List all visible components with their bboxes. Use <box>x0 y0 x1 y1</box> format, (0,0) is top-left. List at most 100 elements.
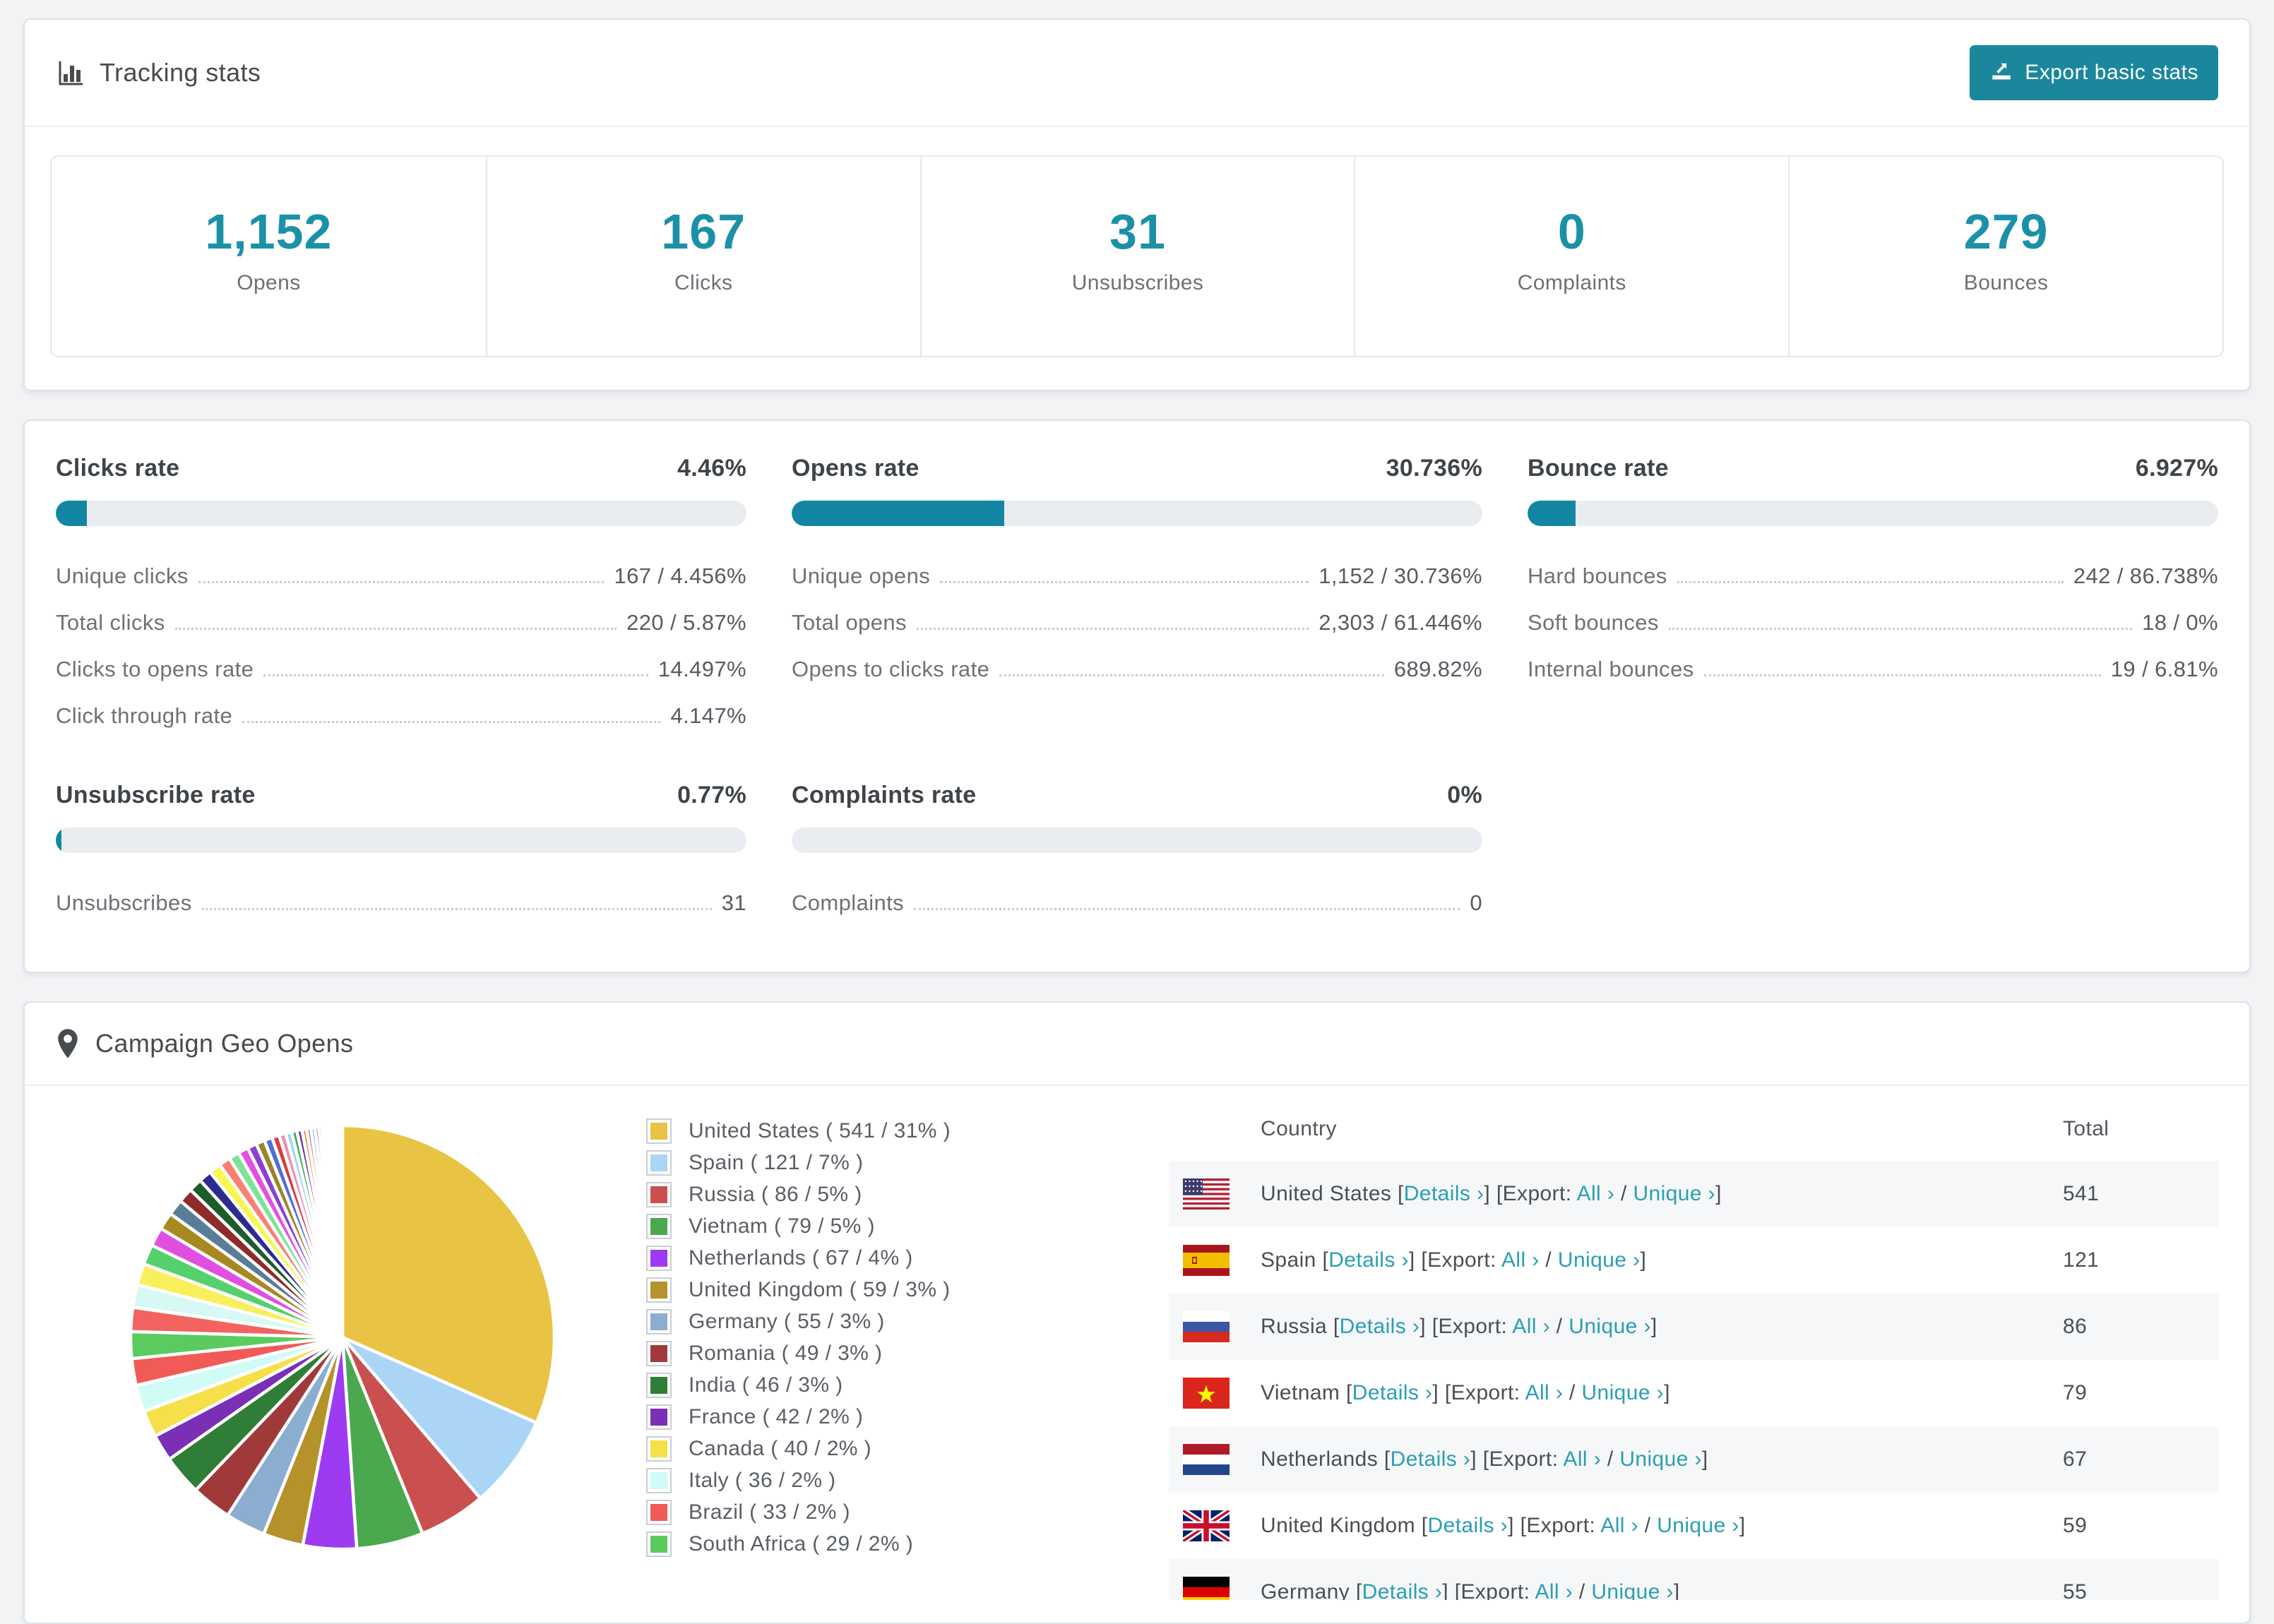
rate-stat-row: Soft bounces 18 / 0% <box>1528 599 2218 646</box>
tracking-stats-title: Tracking stats <box>56 58 261 88</box>
stat-value: 0 <box>1557 204 1586 259</box>
rate-head: Bounce rate 6.927% <box>1528 455 2218 482</box>
rate-stat-value: 19 / 6.81% <box>2110 657 2218 681</box>
tracking-page: Tracking stats Export basic stats 1,152 O… <box>0 0 2274 1624</box>
geo-table: Country Total United States [Details ›] … <box>1169 1097 2218 1600</box>
export-all-link[interactable]: All › <box>1535 1580 1573 1600</box>
rate-stat-label: Unique opens <box>792 563 931 588</box>
rate-stat-row: Total clicks 220 / 5.87% <box>56 599 746 646</box>
rate-stat-value: 1,152 / 30.736% <box>1318 563 1482 588</box>
rate-stat-row: Total opens 2,303 / 61.446% <box>792 599 1482 646</box>
export-unique-link[interactable]: Unique › <box>1633 1182 1715 1205</box>
dotted-leader <box>914 908 1460 910</box>
details-link[interactable]: Details › <box>1328 1248 1409 1272</box>
table-row: Russia [Details ›] [Export: All › / Uniq… <box>1169 1294 2218 1360</box>
country-column-header: Country <box>1261 1117 1337 1140</box>
flag-ru <box>1183 1311 1230 1342</box>
rate-value: 0.77% <box>677 782 746 808</box>
details-link[interactable]: Details › <box>1362 1580 1443 1600</box>
export-unique-link[interactable]: Unique › <box>1568 1315 1651 1338</box>
rate-value: 6.927% <box>2135 455 2218 482</box>
export-unique-link[interactable]: Unique › <box>1657 1514 1739 1537</box>
geo-content: United States ( 541 / 31% ) Spain ( 121 /… <box>25 1086 2249 1600</box>
legend-item: Italy ( 36 / 2% ) <box>646 1468 1141 1493</box>
legend-item: Spain ( 121 / 7% ) <box>646 1150 1141 1176</box>
rate-stat-value: 0 <box>1470 890 1482 915</box>
export-label: Export: <box>1427 1248 1496 1272</box>
page-title: Tracking stats <box>100 58 261 87</box>
export-label: Export: <box>1460 1580 1530 1600</box>
legend-label: Vietnam ( 79 / 5% ) <box>689 1214 875 1238</box>
export-all-link[interactable]: All › <box>1577 1182 1615 1205</box>
rate-title: Opens rate <box>792 455 919 482</box>
rate-stat-value: 2,303 / 61.446% <box>1318 610 1482 635</box>
export-all-link[interactable]: All › <box>1600 1514 1638 1537</box>
total-cell: 67 <box>2063 1447 2088 1471</box>
legend-label: United States ( 541 / 31% ) <box>689 1119 951 1142</box>
details-link[interactable]: Details › <box>1340 1315 1420 1338</box>
legend-item: United Kingdom ( 59 / 3% ) <box>646 1277 1141 1303</box>
details-link[interactable]: Details › <box>1352 1381 1433 1404</box>
details-link[interactable]: Details › <box>1404 1182 1484 1205</box>
rate-head: Opens rate 30.736% <box>792 455 1482 482</box>
table-row: Germany [Details ›] [Export: All › / Uni… <box>1169 1559 2218 1600</box>
geo-table-header: Country Total <box>1169 1097 2218 1161</box>
export-unique-link[interactable]: Unique › <box>1581 1381 1664 1404</box>
legend-item: Russia ( 86 / 5% ) <box>646 1182 1141 1207</box>
rate-stat-row: Unique opens 1,152 / 30.736% <box>792 553 1482 599</box>
country-cell: Vietnam [Details ›] [Export: All › / Uni… <box>1261 1381 1670 1404</box>
flag-es <box>1183 1245 1230 1276</box>
legend-swatch <box>646 1309 672 1335</box>
dotted-leader <box>1668 628 2133 630</box>
stat-cell: 167 Clicks <box>485 157 920 356</box>
details-link[interactable]: Details › <box>1428 1514 1508 1537</box>
export-all-link[interactable]: All › <box>1512 1315 1550 1338</box>
rate-title: Clicks rate <box>56 455 180 482</box>
legend-item: South Africa ( 29 / 2% ) <box>646 1532 1141 1557</box>
export-all-link[interactable]: All › <box>1563 1447 1601 1471</box>
table-row: Netherlands [Details ›] [Export: All › /… <box>1169 1426 2218 1493</box>
legend-label: Russia ( 86 / 5% ) <box>689 1183 862 1206</box>
total-cell: 55 <box>2063 1580 2088 1600</box>
export-basic-stats-button[interactable]: Export basic stats <box>1970 45 2218 100</box>
stat-label: Unsubscribes <box>1071 271 1204 294</box>
rate-stat-label: Soft bounces <box>1528 610 1659 635</box>
export-all-link[interactable]: All › <box>1525 1381 1564 1404</box>
stat-cell: 31 Unsubscribes <box>919 157 1355 356</box>
total-cell: 121 <box>2063 1248 2100 1272</box>
legend-label: Netherlands ( 67 / 4% ) <box>689 1246 913 1270</box>
rate-progress-bar <box>792 828 1482 853</box>
legend-swatch <box>646 1500 672 1525</box>
legend-label: Canada ( 40 / 2% ) <box>689 1437 872 1460</box>
stat-cell: 0 Complaints <box>1354 157 1788 356</box>
rate-progress-bar <box>56 828 746 853</box>
export-unique-link[interactable]: Unique › <box>1619 1447 1702 1471</box>
legend-label: France ( 42 / 2% ) <box>689 1405 864 1428</box>
country-name: Vietnam <box>1261 1381 1340 1404</box>
legend-swatch <box>646 1246 672 1271</box>
legend-item: India ( 46 / 3% ) <box>646 1373 1141 1398</box>
rate-head: Unsubscribe rate 0.77% <box>56 782 746 809</box>
export-button-label: Export basic stats <box>2025 61 2198 84</box>
geo-card-title: Campaign Geo Opens <box>56 1028 353 1059</box>
export-unique-link[interactable]: Unique › <box>1591 1580 1674 1600</box>
rate-stat-row: Unsubscribes 31 <box>56 880 746 926</box>
rate-stat-label: Internal bounces <box>1528 657 1694 681</box>
rate-stat-value: 18 / 0% <box>2142 610 2218 635</box>
dotted-leader <box>198 581 605 583</box>
export-label: Export: <box>1438 1315 1508 1338</box>
rate-progress-bar <box>1528 501 2218 526</box>
export-unique-link[interactable]: Unique › <box>1558 1248 1641 1272</box>
rate-value: 0% <box>1447 782 1482 808</box>
legend-swatch <box>646 1214 672 1239</box>
total-cell: 86 <box>2063 1315 2088 1338</box>
export-all-link[interactable]: All › <box>1501 1248 1540 1272</box>
legend-label: United Kingdom ( 59 / 3% ) <box>689 1278 951 1301</box>
legend-label: Italy ( 36 / 2% ) <box>689 1469 836 1492</box>
export-icon <box>1989 58 2013 88</box>
rate-progress-fill <box>56 501 87 526</box>
legend-swatch <box>646 1341 672 1366</box>
flag-gb <box>1183 1510 1230 1541</box>
table-row: Spain [Details ›] [Export: All › / Uniqu… <box>1169 1227 2218 1294</box>
details-link[interactable]: Details › <box>1391 1447 1471 1471</box>
